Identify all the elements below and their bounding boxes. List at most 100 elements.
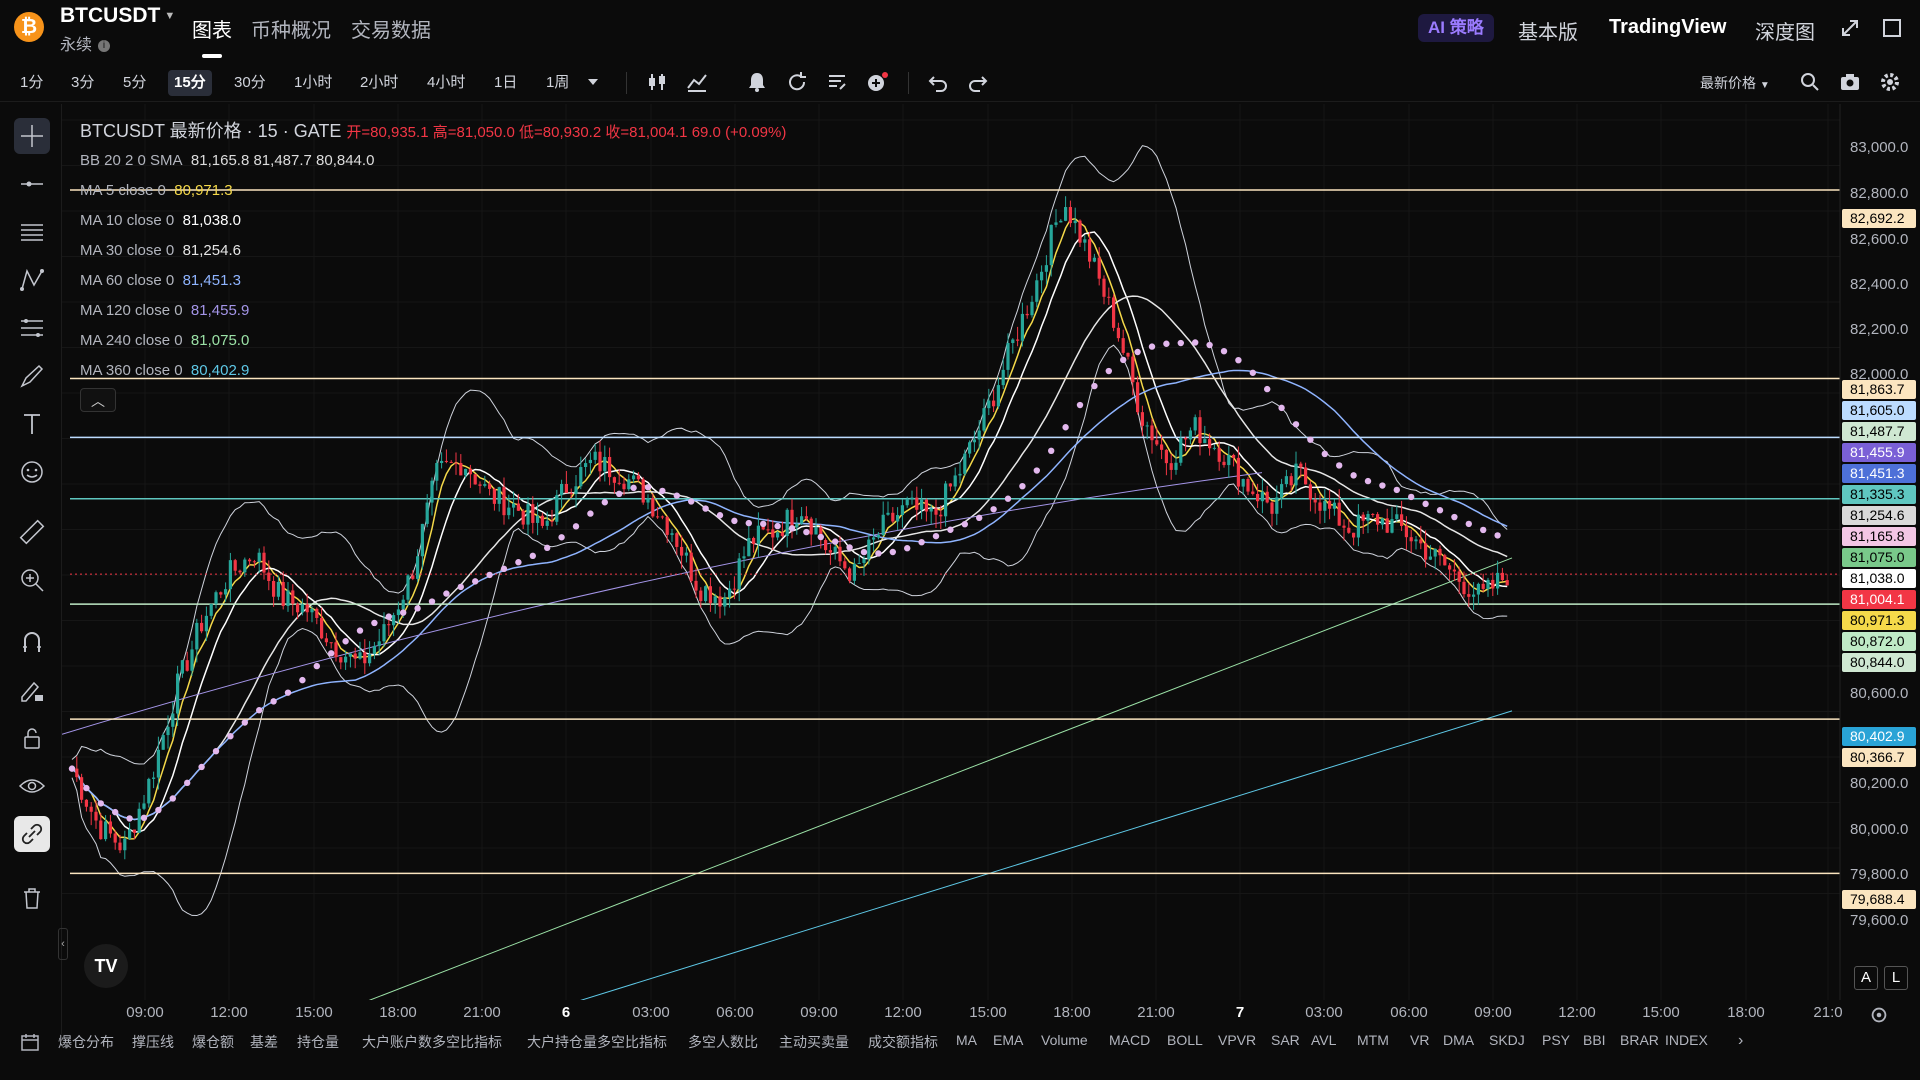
zoom-tool[interactable] <box>14 562 50 598</box>
expand-icon[interactable] <box>1838 16 1862 40</box>
tab-tradingview[interactable]: TradingView <box>1609 16 1726 39</box>
brush-tool[interactable] <box>14 358 50 394</box>
lock-tool[interactable] <box>14 720 50 756</box>
text-tool[interactable] <box>14 406 50 442</box>
indicator-tab[interactable]: MA <box>956 1032 977 1048</box>
interval-dropdown-icon[interactable] <box>585 70 601 94</box>
replay-icon[interactable] <box>785 70 809 94</box>
indicator-tab[interactable]: MTM <box>1357 1032 1389 1048</box>
indicator-tab[interactable]: SKDJ <box>1489 1032 1525 1048</box>
log-scale-button[interactable]: L <box>1884 966 1908 990</box>
pattern-tool[interactable] <box>14 262 50 298</box>
alert-icon[interactable] <box>745 70 769 94</box>
ma-dot <box>400 609 407 616</box>
indicator-tab[interactable]: DMA <box>1443 1032 1474 1048</box>
legend-ma-row[interactable]: MA 5 close 0 80,971.3 <box>80 176 786 206</box>
calendar-icon[interactable] <box>20 1032 40 1052</box>
indicator-tab[interactable]: 爆仓分布 <box>58 1032 114 1052</box>
indicator-tab[interactable]: INDEX <box>1665 1032 1708 1048</box>
interval-5m[interactable]: 5分 <box>117 70 152 96</box>
indicator-tab[interactable]: 持仓量 <box>297 1032 339 1052</box>
indicator-tab[interactable]: BBI <box>1583 1032 1606 1048</box>
emoji-tool[interactable] <box>14 454 50 490</box>
add-icon[interactable] <box>865 70 889 94</box>
ruler-tool[interactable] <box>14 514 50 550</box>
indicator-tab[interactable]: VPVR <box>1218 1032 1256 1048</box>
indicator-tab[interactable]: SAR <box>1271 1032 1300 1048</box>
left-collapse-button[interactable]: ‹ <box>58 928 68 960</box>
axis-settings-icon[interactable] <box>1868 1004 1890 1026</box>
legend-ma-row[interactable]: MA 240 close 0 81,075.0 <box>80 326 786 356</box>
tab-chart[interactable]: 图表 <box>192 14 232 58</box>
ai-strategy-button[interactable]: AI 策略 <box>1418 14 1494 42</box>
hide-tool[interactable] <box>14 768 50 804</box>
indicator-tab[interactable]: AVL <box>1311 1032 1336 1048</box>
indicator-tab[interactable]: BRAR <box>1620 1032 1659 1048</box>
interval-1d[interactable]: 1日 <box>488 70 523 96</box>
indicator-tab[interactable]: Volume <box>1041 1032 1088 1048</box>
indicator-tab[interactable]: 多空人数比 <box>688 1032 758 1052</box>
camera-icon[interactable] <box>1838 70 1862 94</box>
legend-ma-row[interactable]: MA 360 close 0 80,402.9 <box>80 356 786 386</box>
crosshair-tool[interactable] <box>14 118 50 154</box>
indicator-tab[interactable]: PSY <box>1542 1032 1570 1048</box>
interval-15m[interactable]: 15分 <box>168 70 212 96</box>
indicator-tab[interactable]: EMA <box>993 1032 1023 1048</box>
redo-icon[interactable] <box>966 70 990 94</box>
tab-coin-overview[interactable]: 币种概况 <box>251 14 331 43</box>
undo-icon[interactable] <box>926 70 950 94</box>
legend-ma-row[interactable]: MA 120 close 0 81,455.9 <box>80 296 786 326</box>
legend-change: 69.0 (+0.09%) <box>691 124 787 141</box>
gear-icon[interactable] <box>1878 70 1902 94</box>
interval-30m[interactable]: 30分 <box>228 70 272 96</box>
indicator-icon[interactable] <box>685 70 709 94</box>
fib-tool[interactable] <box>14 214 50 250</box>
indicator-next-icon[interactable]: › <box>1738 1032 1743 1050</box>
window-icon[interactable] <box>1880 16 1904 40</box>
legend-collapse-button[interactable]: ︿ <box>80 388 116 412</box>
auto-scale-button[interactable]: A <box>1854 966 1878 990</box>
gann-tool[interactable] <box>14 310 50 346</box>
interval-1m[interactable]: 1分 <box>14 70 49 96</box>
info-icon[interactable]: i <box>98 39 111 52</box>
trend-line-tool[interactable] <box>14 166 50 202</box>
delete-tool[interactable] <box>14 880 50 916</box>
legend-ma-row[interactable]: MA 30 close 0 81,254.6 <box>80 236 786 266</box>
symbol-selector[interactable]: BTCUSDT ▼ <box>60 4 175 28</box>
legend-ma-row[interactable]: MA 60 close 0 81,451.3 <box>80 266 786 296</box>
link-tool[interactable] <box>14 816 50 852</box>
price-label: 80,366.7 <box>1842 748 1916 767</box>
indicator-tab[interactable]: 大户持仓量多空比指标 <box>527 1032 667 1052</box>
price-tick: 82,400.0 <box>1850 276 1909 293</box>
interval-1h[interactable]: 1小时 <box>288 70 338 96</box>
search-icon[interactable] <box>1798 70 1822 94</box>
tab-depth[interactable]: 深度图 <box>1755 16 1815 45</box>
interval-1w[interactable]: 1周 <box>540 70 575 96</box>
indicator-tab[interactable]: MACD <box>1109 1032 1150 1048</box>
indicator-tab[interactable]: 撑压线 <box>132 1032 174 1052</box>
indicator-tab[interactable]: 成交额指标 <box>868 1032 938 1052</box>
legend-ma-row[interactable]: MA 10 close 0 81,038.0 <box>80 206 786 236</box>
indicator-tab[interactable]: VR <box>1410 1032 1429 1048</box>
tab-basic[interactable]: 基本版 <box>1518 16 1578 45</box>
tab-trading-data[interactable]: 交易数据 <box>351 14 431 43</box>
indicator-tab[interactable]: 主动买卖量 <box>779 1032 849 1052</box>
candles-icon[interactable] <box>645 70 669 94</box>
legend-bb-row[interactable]: BB 20 2 0 SMA 81,165.8 81,487.7 80,844.0 <box>80 146 786 176</box>
interval-2h[interactable]: 2小时 <box>354 70 404 96</box>
tradingview-logo[interactable]: TV <box>84 944 128 988</box>
indicator-tab[interactable]: 大户账户数多空比指标 <box>362 1032 502 1052</box>
indicator-tab[interactable]: 基差 <box>250 1032 278 1052</box>
template-icon[interactable] <box>825 70 849 94</box>
interval-4h[interactable]: 4小时 <box>421 70 471 96</box>
indicator-tab[interactable]: 爆仓额 <box>192 1032 234 1052</box>
price-type-select[interactable]: 最新价格 ▼ <box>1694 70 1776 96</box>
indicator-tab[interactable]: BOLL <box>1167 1032 1203 1048</box>
stay-drawing-tool[interactable] <box>14 672 50 708</box>
interval-3m[interactable]: 3分 <box>65 70 100 96</box>
candle-body <box>166 726 170 736</box>
magnet-tool[interactable] <box>14 624 50 660</box>
candle-body <box>718 596 722 607</box>
ma-dot <box>587 510 594 517</box>
candle-body <box>248 559 252 562</box>
